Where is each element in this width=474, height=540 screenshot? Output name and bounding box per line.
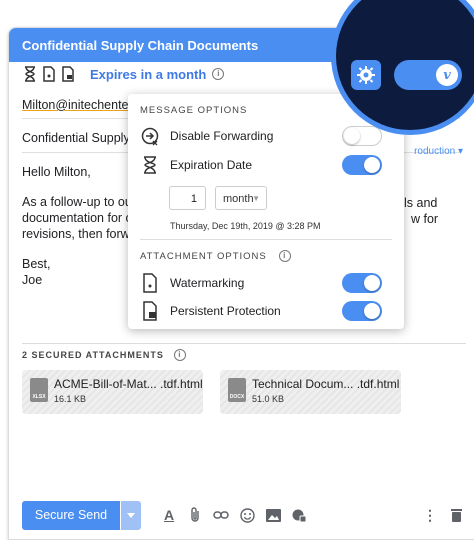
info-icon[interactable]: i bbox=[278, 250, 291, 262]
chevron-down-icon: ▼ bbox=[252, 194, 260, 203]
attachments-header: 2 SECURED ATTACHMENTS i bbox=[22, 349, 186, 361]
insert-link-icon[interactable] bbox=[211, 505, 231, 525]
hourglass-icon bbox=[144, 156, 156, 174]
send-options-dropdown[interactable] bbox=[121, 500, 141, 530]
gear-icon bbox=[357, 66, 375, 84]
compose-title: Confidential Supply Chain Documents bbox=[22, 37, 259, 53]
recipient-address: Milton@initechenterp bbox=[22, 98, 140, 112]
file-lock-icon bbox=[143, 301, 157, 321]
no-forward-icon bbox=[141, 127, 159, 146]
expiry-label[interactable]: Expires in a month bbox=[90, 67, 206, 82]
hourglass-icon bbox=[25, 66, 35, 82]
attachment-name: Technical Docum... .tdf.html bbox=[252, 377, 400, 391]
insert-photo-icon[interactable] bbox=[263, 505, 283, 525]
emoji-icon[interactable] bbox=[237, 505, 257, 525]
chevron-down-icon bbox=[127, 512, 135, 518]
watermarking-option: Watermarking bbox=[140, 271, 395, 295]
security-options-popup: MESSAGE OPTIONS Disable Forwarding Expir… bbox=[128, 94, 404, 329]
subject-text: Confidential Supply C bbox=[22, 131, 143, 145]
compose-toolbar: Secure Send A ⋮ bbox=[22, 500, 466, 530]
docx-file-icon: DOCX bbox=[228, 378, 246, 402]
disable-forwarding-option: Disable Forwarding bbox=[140, 124, 395, 148]
confidential-mode-icon[interactable] bbox=[289, 505, 309, 525]
attachment-chip[interactable]: XLSX ACME-Bill-of-Mat... .tdf.html 16.1 … bbox=[22, 370, 203, 414]
expiration-date-toggle[interactable] bbox=[342, 155, 382, 175]
attachments-divider bbox=[22, 343, 466, 344]
expiration-date-label: Expiration Date bbox=[170, 158, 253, 172]
attachments-count-label: 2 SECURED ATTACHMENTS bbox=[22, 350, 164, 360]
options-divider bbox=[140, 239, 392, 240]
virtru-logo-icon: v bbox=[436, 64, 458, 86]
attachment-name: ACME-Bill-of-Mat... .tdf.html bbox=[54, 377, 203, 391]
xlsx-file-icon: XLSX bbox=[30, 378, 48, 402]
persistent-protection-toggle[interactable] bbox=[342, 301, 382, 321]
expiration-datetime: Thursday, Dec 19th, 2019 @ 3:28 PM bbox=[170, 221, 321, 231]
disable-forwarding-label: Disable Forwarding bbox=[170, 129, 274, 143]
file-eye-icon bbox=[43, 66, 55, 82]
delete-draft-icon[interactable] bbox=[446, 505, 466, 525]
attachment-chip[interactable]: DOCX Technical Docum... .tdf.html 51.0 K… bbox=[220, 370, 401, 414]
attachment-size: 51.0 KB bbox=[252, 394, 285, 404]
secure-send-button[interactable]: Secure Send bbox=[22, 500, 120, 530]
file-lock-icon bbox=[62, 66, 74, 82]
expiration-date-option: Expiration Date bbox=[140, 153, 395, 177]
attach-file-icon[interactable] bbox=[185, 505, 205, 525]
expiry-unit-select[interactable]: month ▼ bbox=[215, 186, 267, 210]
attachment-options-label: ATTACHMENT OPTIONS bbox=[140, 250, 267, 262]
settings-button[interactable] bbox=[351, 60, 381, 90]
watermarking-label: Watermarking bbox=[170, 276, 245, 290]
message-options-title: MESSAGE OPTIONS bbox=[140, 105, 248, 116]
file-watermark-icon bbox=[143, 273, 157, 293]
expiry-amount-input[interactable]: 1 bbox=[169, 186, 206, 210]
info-icon[interactable]: i bbox=[173, 349, 186, 361]
info-icon[interactable]: i bbox=[212, 68, 225, 80]
body-fragment-1: ls and bbox=[404, 196, 438, 210]
attachment-options-title: ATTACHMENT OPTIONS i bbox=[140, 250, 291, 262]
persistent-protection-label: Persistent Protection bbox=[170, 304, 281, 318]
attachment-size: 16.1 KB bbox=[54, 394, 87, 404]
persistent-protection-option: Persistent Protection bbox=[140, 299, 395, 323]
format-text-icon[interactable]: A bbox=[159, 505, 179, 525]
expiry-unit-value: month bbox=[223, 193, 254, 205]
template-dropdown[interactable]: roduction ▾ bbox=[414, 146, 463, 157]
security-status-row: Expires in a month i bbox=[23, 66, 225, 82]
disable-forwarding-toggle[interactable] bbox=[342, 126, 382, 146]
body-fragment-2: w for bbox=[411, 212, 439, 226]
watermarking-toggle[interactable] bbox=[342, 273, 382, 293]
more-options-icon[interactable]: ⋮ bbox=[420, 505, 440, 525]
virtru-protection-toggle[interactable]: v bbox=[394, 60, 462, 90]
